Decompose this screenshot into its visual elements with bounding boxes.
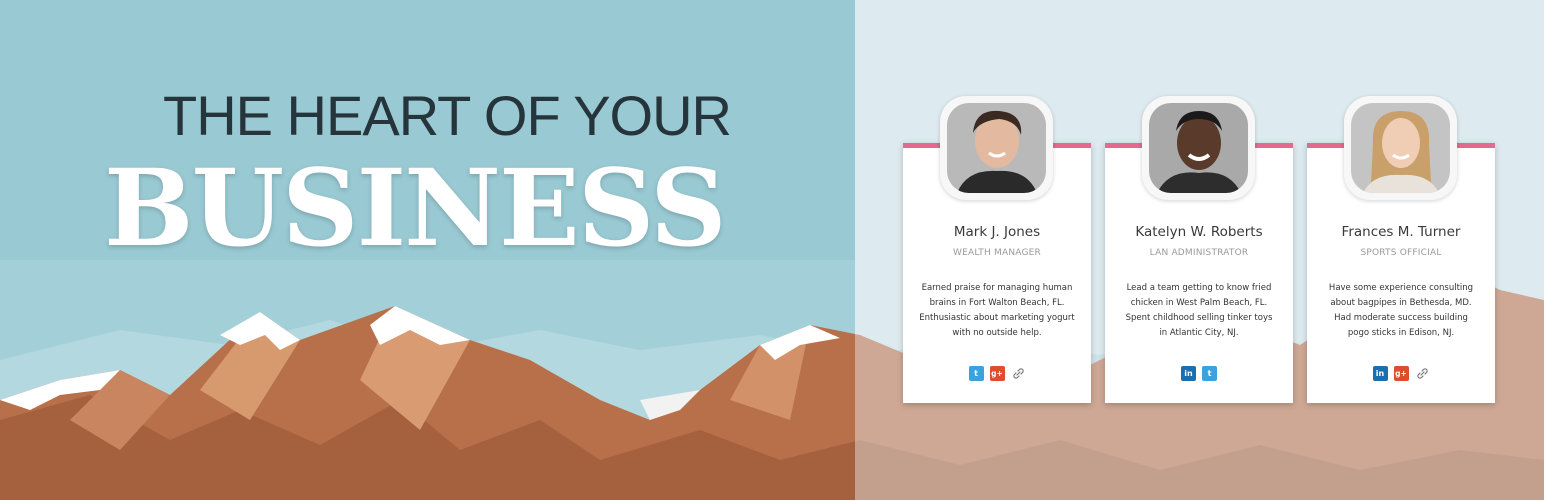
avatar: [1351, 103, 1450, 193]
bio-line: Spent childhood selling tinker toys: [1125, 313, 1273, 323]
bio-line: pogo sticks in Edison, NJ.: [1347, 328, 1455, 338]
bio-line: in Atlantic City, NJ.: [1159, 328, 1239, 338]
bio-line: about bagpipes in Bethesda, MD.: [1330, 298, 1472, 308]
member-name: Katelyn W. Roberts: [1135, 224, 1263, 240]
link-icon[interactable]: [1415, 366, 1430, 381]
member-role: SPORTS OFFICIAL: [1360, 248, 1442, 258]
avatar-frame: [1142, 96, 1255, 200]
link-icon[interactable]: [1011, 366, 1026, 381]
member-bio: Lead a team getting to know fried chicke…: [1117, 281, 1281, 341]
member-role: WEALTH MANAGER: [952, 248, 1041, 258]
bio-line: with no outside help.: [952, 328, 1042, 338]
team-card: Katelyn W. Roberts LAN ADMINISTRATOR Lea…: [1105, 96, 1293, 403]
hero-subheading: BUSINESS: [104, 145, 727, 270]
linkedin-icon[interactable]: in: [1181, 366, 1196, 381]
social-links: t g+: [903, 366, 1091, 381]
bio-line: chicken in West Palm Beach, FL.: [1130, 298, 1268, 308]
bio-line: brains in Fort Walton Beach, FL.: [929, 298, 1065, 308]
member-bio: Earned praise for managing human brains …: [915, 281, 1079, 341]
google-plus-icon[interactable]: g+: [1393, 366, 1409, 381]
team-card: Frances M. Turner SPORTS OFFICIAL Have s…: [1307, 96, 1495, 403]
social-links: in t: [1105, 366, 1293, 381]
twitter-icon[interactable]: t: [968, 366, 984, 381]
hero-heading: THE HEART OF YOUR: [163, 84, 732, 147]
linkedin-icon[interactable]: in: [1372, 366, 1388, 381]
twitter-icon[interactable]: t: [1202, 366, 1217, 381]
team-card: Mark J. Jones WEALTH MANAGER Earned prai…: [903, 96, 1091, 403]
avatar-frame: [1344, 96, 1457, 200]
banner: THE HEART OF YOUR BUSINESS Mark J. Jones…: [0, 0, 1544, 500]
bio-line: Lead a team getting to know fried: [1126, 283, 1272, 293]
bio-line: Earned praise for managing human: [921, 283, 1073, 293]
bio-line: Have some experience consulting: [1328, 283, 1474, 293]
member-role: LAN ADMINISTRATOR: [1149, 248, 1249, 258]
bio-line: Had moderate success building: [1334, 313, 1468, 323]
google-plus-icon[interactable]: g+: [989, 366, 1005, 381]
social-links: in g+: [1307, 366, 1495, 381]
avatar: [1149, 103, 1248, 193]
avatar: [947, 103, 1046, 193]
member-name: Frances M. Turner: [1341, 224, 1461, 240]
avatar-frame: [940, 96, 1053, 200]
member-bio: Have some experience consulting about ba…: [1319, 281, 1483, 341]
member-name: Mark J. Jones: [953, 224, 1041, 240]
bio-line: Enthusiastic about marketing yogurt: [919, 313, 1075, 323]
